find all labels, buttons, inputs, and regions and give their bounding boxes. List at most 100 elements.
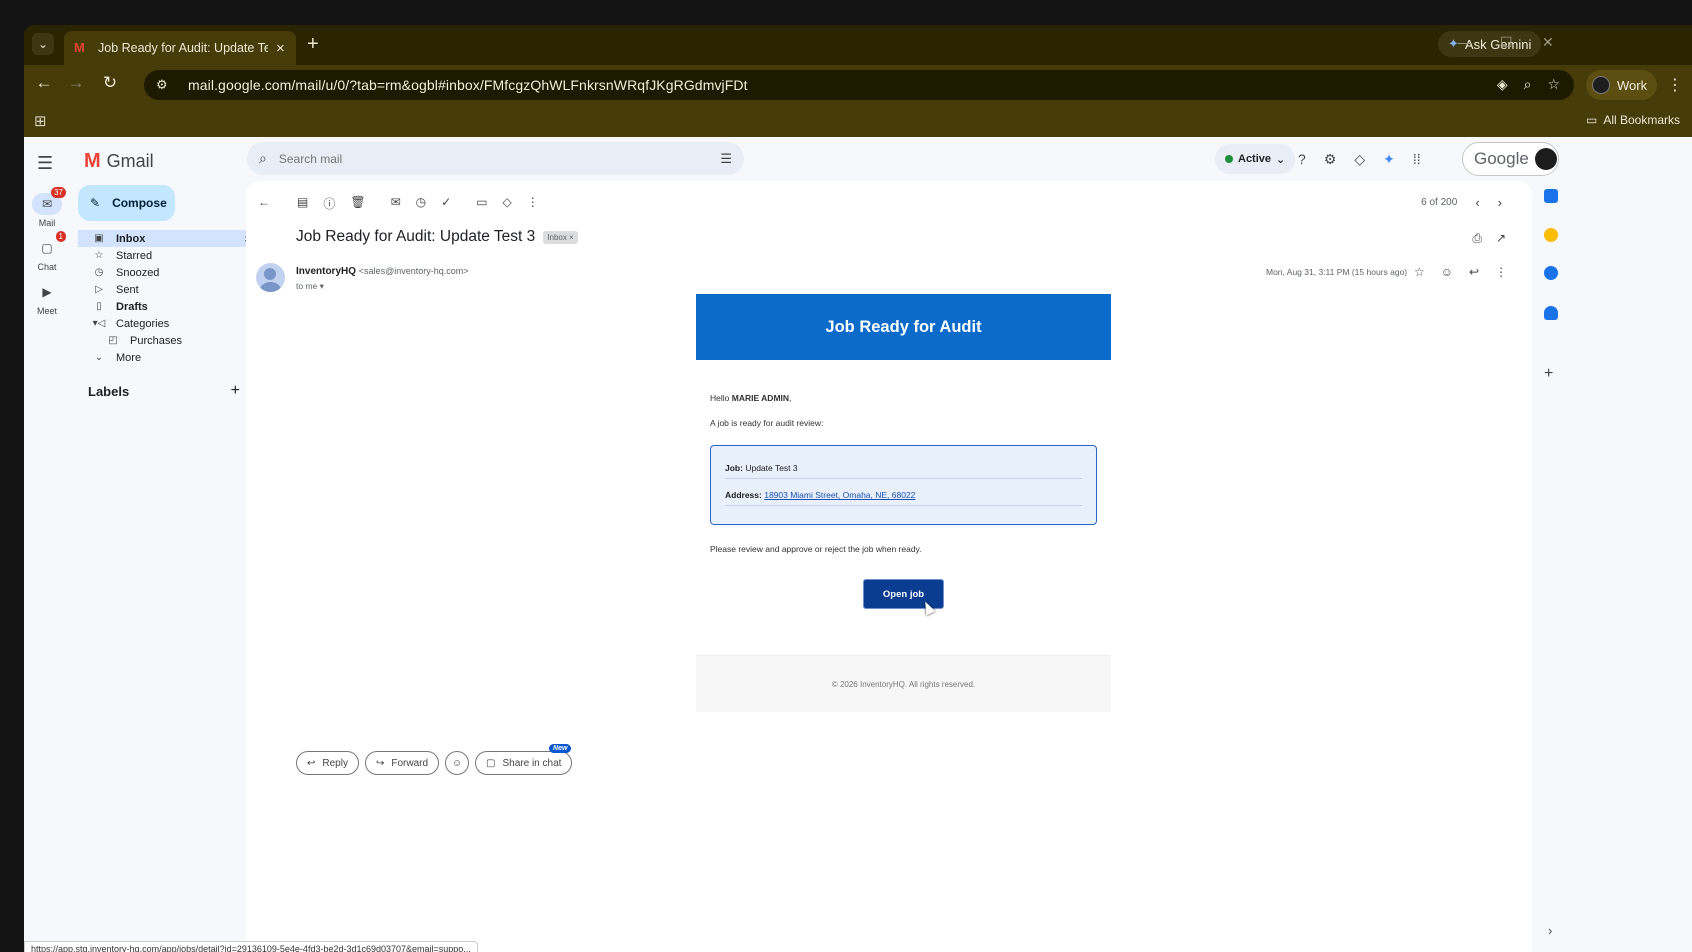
close-tab-icon[interactable]: × — [276, 40, 285, 57]
job-value: Update Test 3 — [745, 463, 798, 473]
tab-search-icon[interactable]: ⌄ — [32, 33, 54, 55]
search-icon[interactable]: ⌕ — [259, 150, 267, 167]
site-info-icon[interactable]: ⚙ — [156, 77, 176, 93]
ask-gemini-button[interactable]: ✦ Ask Gemini — [1438, 31, 1542, 57]
sidebar-item-sent[interactable]: ▷ Sent — [78, 281, 263, 298]
maximize-icon[interactable]: ☐ — [1500, 34, 1513, 51]
open-new-window-icon[interactable]: ↗ — [1496, 231, 1506, 246]
emoji-button[interactable]: ☺ — [445, 751, 470, 775]
more-actions-icon[interactable]: ⋮ — [527, 195, 539, 212]
video-icon: ▶ — [42, 285, 52, 299]
omnibox[interactable]: ⚙ mail.google.com/mail/u/0/?tab=rm&ogbl#… — [144, 70, 1574, 100]
reply-icon: ↩ — [307, 757, 316, 769]
sender-avatar — [256, 263, 285, 292]
close-window-icon[interactable]: ✕ — [1542, 34, 1554, 51]
sidebar-item-inbox[interactable]: ▣Inbox37 — [78, 230, 263, 247]
new-tab-icon[interactable]: + — [307, 34, 319, 54]
more-options-icon[interactable]: ⋮ — [1495, 265, 1507, 279]
url-text[interactable]: mail.google.com/mail/u/0/?tab=rm&ogbl#in… — [188, 77, 748, 93]
star-icon[interactable]: ☆ — [1414, 265, 1425, 279]
gemini-diamond-icon[interactable]: ◇ — [1354, 151, 1365, 168]
search-bar[interactable]: ⌕ ☰ — [247, 142, 744, 175]
forward-label: Forward — [391, 757, 429, 769]
apps-grid-icon[interactable]: ⊞ — [34, 112, 47, 130]
forward-icon[interactable]: → — [64, 73, 88, 93]
rail-chat-label: Chat — [37, 262, 57, 272]
extension-icon[interactable]: ◈ — [1497, 76, 1508, 93]
profile-button[interactable]: Work — [1586, 70, 1658, 100]
older-icon[interactable]: › — [1498, 195, 1502, 210]
add-task-icon[interactable]: ✓ — [441, 195, 451, 212]
browser-menu-icon[interactable]: ⋮ — [1667, 75, 1683, 95]
sidebar-item-purchases[interactable]: ◰ Purchases — [78, 332, 263, 349]
archive-icon[interactable]: ▤ — [297, 195, 308, 212]
reply-button[interactable]: ↩ Reply — [296, 751, 359, 775]
sidebar-item-categories[interactable]: ▾◁ Categories — [78, 315, 263, 332]
minimize-icon[interactable]: — — [1458, 34, 1472, 50]
add-label-icon[interactable]: + — [231, 383, 240, 399]
profile-label: Work — [1617, 77, 1648, 93]
address-link[interactable]: 18903 Miami Street, Omaha, NE, 68022 — [764, 490, 915, 500]
snooze-icon[interactable]: ◷ — [416, 195, 426, 212]
mark-unread-icon[interactable]: ✉ — [391, 195, 401, 212]
print-icon[interactable]: ⎙ — [1472, 231, 1482, 246]
reload-icon[interactable]: ↻ — [98, 73, 122, 93]
email-banner: Job Ready for Audit — [696, 294, 1111, 360]
draft-icon: ▯ — [96, 301, 102, 312]
all-bookmarks-label: All Bookmarks — [1603, 113, 1680, 127]
back-icon[interactable]: ← — [32, 73, 56, 93]
inbox-label-chip[interactable]: Inbox × — [543, 230, 578, 244]
recipient-name: MARIE ADMIN — [731, 393, 790, 403]
status-button[interactable]: Active ⌄ — [1215, 144, 1296, 174]
compose-button[interactable]: ✎ Compose — [78, 185, 175, 221]
delete-icon[interactable]: 🗑 — [350, 195, 365, 212]
gmail-wordmark: Gmail — [106, 151, 154, 171]
rail-mail[interactable]: ✉ 37 Mail — [24, 187, 70, 228]
help-icon[interactable]: ? — [1298, 151, 1306, 168]
contacts-icon[interactable] — [1544, 306, 1558, 320]
gemini-star-icon[interactable]: ✦ — [1383, 151, 1395, 168]
add-addon-icon[interactable]: + — [1544, 365, 1553, 383]
job-row: Job: Update Test 3 — [725, 446, 1082, 479]
chat-bubble-icon: ▢ — [486, 757, 496, 769]
active-tab[interactable]: M Job Ready for Audit: Update Test 3 × — [64, 31, 296, 65]
all-bookmarks-button[interactable]: ▭ All Bookmarks — [1586, 113, 1680, 127]
reply-actions: ↩ Reply ↪ Forward ☺ ▢ Share in chat New — [296, 744, 573, 775]
gmail-logo[interactable]: M Gmail — [84, 150, 154, 173]
label-icon[interactable]: ◇ — [503, 195, 512, 212]
sidebar-item-starred[interactable]: ☆ Starred — [78, 247, 263, 264]
google-account-button[interactable]: Google — [1462, 142, 1559, 176]
sidebar-item-drafts[interactable]: ▯Drafts2 — [78, 298, 263, 315]
profile-avatar — [1592, 76, 1610, 94]
bookmark-star-icon[interactable]: ☆ — [1547, 76, 1560, 93]
settings-gear-icon[interactable]: ⚙ — [1324, 151, 1337, 168]
chat-badge: 1 — [55, 231, 66, 242]
recipient-toggle[interactable]: to me ▾ — [296, 281, 324, 292]
folder-icon: ▭ — [1585, 113, 1598, 127]
forward-button[interactable]: ↪ Forward — [364, 751, 440, 775]
instruction-text: Please review and approve or reject the … — [710, 544, 922, 554]
sidebar-item-more[interactable]: ⌄ More — [78, 349, 263, 366]
google-apps-icon[interactable]: ⁞⁞ — [1413, 151, 1421, 168]
calendar-icon[interactable] — [1544, 189, 1558, 203]
emoji-react-icon[interactable]: ☺ — [1441, 265, 1453, 279]
rail-chat[interactable]: ▢ 1 Chat — [24, 231, 70, 272]
keep-icon[interactable] — [1544, 228, 1558, 242]
search-options-icon[interactable]: ☰ — [720, 151, 732, 167]
expand-panel-icon[interactable]: › — [1548, 923, 1552, 938]
main-menu-icon[interactable]: ☰ — [37, 153, 53, 174]
rail-meet[interactable]: ▶ Meet — [24, 281, 70, 316]
move-to-icon[interactable]: ▭ — [476, 195, 487, 212]
share-in-chat-button[interactable]: ▢ Share in chat New — [475, 744, 573, 775]
zoom-icon[interactable]: ⌕ — [1524, 76, 1532, 93]
sidebar-item-snoozed[interactable]: ◷ Snoozed — [78, 264, 263, 281]
back-to-inbox-icon[interactable]: ← — [258, 195, 270, 212]
search-input[interactable] — [278, 151, 679, 166]
report-spam-icon[interactable]: ⓘ — [323, 195, 335, 212]
rail-meet-label: Meet — [36, 306, 57, 316]
reply-icon[interactable]: ↩ — [1469, 265, 1479, 279]
pager-count: 6 of 200 — [1421, 197, 1458, 208]
tasks-icon[interactable] — [1544, 266, 1558, 280]
newer-icon[interactable]: ‹ — [1475, 195, 1479, 210]
pencil-icon: ✎ — [90, 196, 101, 210]
